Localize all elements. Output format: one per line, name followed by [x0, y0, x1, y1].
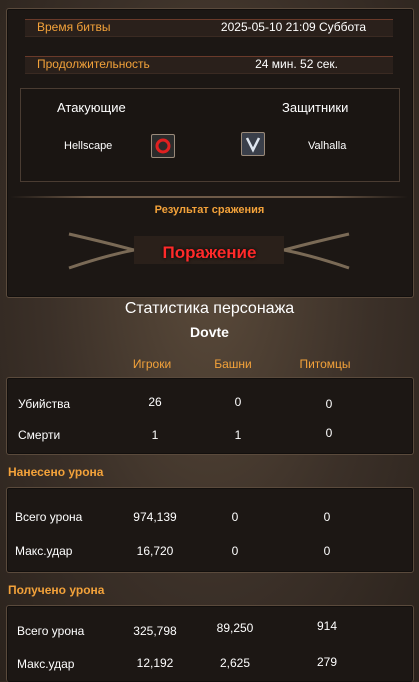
taken-total-towers: 89,250 [216, 621, 254, 635]
taken-max-pets: 279 [316, 655, 338, 669]
result-value: Поражение [162, 243, 257, 262]
battle-time-label: Время битвы [37, 20, 111, 34]
battle-time-value: 2025-05-10 21:09 Суббота [220, 20, 366, 34]
dealt-total-players: 974,139 [133, 510, 177, 524]
kills-players: 26 [148, 395, 162, 409]
taken-max-towers: 2,625 [219, 656, 251, 670]
deaths-label: Смерти [18, 428, 61, 442]
deaths-players: 1 [151, 428, 159, 442]
column-towers: Башни [214, 357, 252, 371]
dealt-total-pets: 0 [323, 510, 331, 524]
combat-stats-panel [6, 377, 414, 455]
kills-label: Убийства [18, 397, 71, 411]
deaths-pets: 0 [325, 426, 333, 440]
defender-guild-name: Valhalla [308, 140, 347, 152]
taken-total-players: 325,798 [133, 624, 177, 638]
column-players: Игроки [132, 357, 172, 371]
v-shield-emblem-icon [241, 132, 265, 156]
column-pets: Питомцы [299, 357, 351, 371]
dealt-max-label: Макс.удар [15, 544, 73, 558]
kills-pets: 0 [325, 397, 333, 411]
result-divider [10, 196, 408, 198]
battle-duration-label: Продолжительность [37, 57, 150, 71]
battle-duration-value: 24 мин. 52 сек. [255, 57, 338, 71]
character-stats-title: Статистика персонажа [124, 300, 295, 317]
kills-towers: 0 [234, 395, 242, 409]
deaths-towers: 1 [234, 428, 242, 442]
taken-total-pets: 914 [316, 619, 338, 633]
damage-dealt-title: Нанесено урона [8, 465, 104, 479]
taken-max-players: 12,192 [136, 656, 174, 670]
damage-taken-title: Получено урона [8, 583, 105, 597]
battle-time-row: Время битвы 2025-05-10 21:09 Суббота [20, 15, 398, 41]
damage-dealt-panel [6, 487, 414, 573]
attacker-guild-name: Hellscape [64, 140, 113, 152]
dealt-max-towers: 0 [231, 544, 239, 558]
dealt-max-players: 16,720 [136, 544, 174, 558]
taken-total-label: Всего урона [17, 624, 85, 638]
attackers-label: Атакующие [57, 100, 126, 115]
result-label: Результат сражения [154, 204, 265, 216]
dealt-total-label: Всего урона [15, 510, 83, 524]
red-ring-emblem-icon [151, 134, 175, 158]
dealt-total-towers: 0 [231, 510, 239, 524]
character-name: Dovte [190, 324, 229, 340]
defenders-label: Защитники [282, 100, 349, 115]
dealt-max-pets: 0 [323, 544, 331, 558]
battle-duration-row: Продолжительность 24 мин. 52 сек. [20, 52, 398, 78]
taken-max-label: Макс.удар [17, 657, 75, 671]
